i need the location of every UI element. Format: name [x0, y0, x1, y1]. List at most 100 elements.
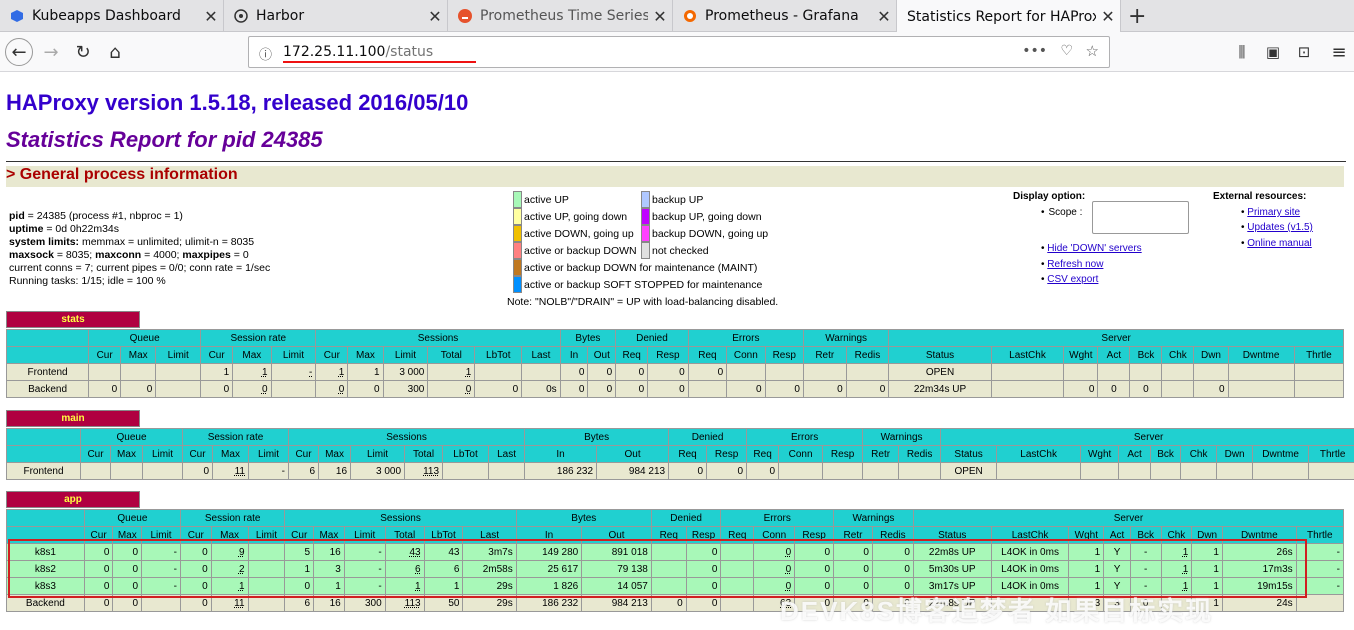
table-cell: 0 [347, 380, 384, 398]
column-header: Thrtle [1308, 445, 1354, 463]
column-header: Conn [753, 526, 796, 544]
column-header: Total [404, 445, 444, 463]
table-cell: 17m3s [1221, 560, 1297, 578]
table-row: Frontend 0 11-6 16 3 000 113 186 232 984 213 0 0 0… [6, 462, 1354, 480]
row-name[interactable]: Backend [6, 594, 85, 612]
legend-label: not checked [652, 244, 709, 257]
nav-bar: ← → ↻ ⌂ ⓘ 172.25.11.100/status ••• ♡ ☆ ⫼… [0, 32, 1354, 72]
legend-label: backup DOWN, going up [652, 227, 769, 240]
row-name[interactable]: Backend [5, 380, 90, 398]
column-header: Chk [1161, 346, 1195, 364]
table-cell: 6 [423, 560, 464, 578]
table-cell: 0 [559, 380, 589, 398]
refresh-link[interactable]: Refresh now [1047, 259, 1103, 270]
table-cell: 11 [210, 594, 249, 612]
display-options: Display option: • Scope : • Hide 'DOWN' s… [1013, 191, 1189, 285]
back-icon[interactable]: ← [5, 38, 33, 66]
tab-label: Harbor [256, 8, 305, 24]
tab-prometheus[interactable]: Prometheus Time Series C ✕ [448, 0, 673, 32]
tab-harbor[interactable]: Harbor ✕ [224, 0, 448, 32]
column-header: Limit [382, 346, 429, 364]
tab-haproxy[interactable]: Statistics Report for HAProxy ✕ [897, 0, 1121, 33]
new-tab-icon[interactable]: + [1128, 4, 1146, 29]
primary-site-link[interactable]: Primary site [1247, 207, 1300, 218]
table-cell [142, 462, 183, 480]
hide-down-link[interactable]: Hide 'DOWN' servers [1047, 243, 1141, 254]
scope-input[interactable] [1092, 201, 1189, 234]
url-bar[interactable]: ⓘ 172.25.11.100/status ••• ♡ ☆ [248, 36, 1110, 68]
table-cell: 0 [685, 577, 722, 595]
column-header: Out [587, 346, 617, 364]
forward-icon[interactable]: → [37, 38, 65, 66]
table-cell [1227, 363, 1295, 381]
group-header: Denied [615, 329, 689, 347]
column-header: Max [347, 346, 384, 364]
table-cell: 0 [802, 380, 847, 398]
table-cell [1080, 462, 1120, 480]
row-name[interactable]: Frontend [6, 462, 81, 480]
pocket-icon[interactable]: ♡ [1060, 43, 1073, 59]
row-name[interactable]: k8s3 [6, 577, 85, 595]
close-icon[interactable]: ✕ [423, 7, 447, 26]
legend-label: active or backup DOWN for maintenance (M… [524, 261, 758, 274]
screenshot-icon[interactable]: ⊡ [1290, 38, 1318, 66]
table-cell: 0 [559, 363, 589, 381]
tab-grafana[interactable]: Prometheus - Grafana ✕ [673, 0, 897, 32]
column-header: Cur [284, 526, 315, 544]
table-cell: Y [1103, 560, 1131, 578]
column-header: Req [650, 526, 687, 544]
table-cell: 113 [384, 594, 425, 612]
column-header: Limit [155, 346, 202, 364]
legend-swatch [513, 259, 522, 276]
column-header: LastChk [996, 445, 1082, 463]
table-cell [80, 462, 111, 480]
sidebar-icon[interactable]: ▣ [1259, 38, 1287, 66]
table-cell: - [1129, 543, 1162, 561]
row-name[interactable]: k8s2 [6, 560, 85, 578]
table-cell: 29s [462, 577, 517, 595]
column-header: Cur [200, 346, 234, 364]
table-cell [521, 363, 561, 381]
table-cell: 43 [384, 543, 425, 561]
column-header: Req [746, 445, 780, 463]
table-cell [720, 594, 755, 612]
row-name[interactable]: Frontend [5, 363, 90, 381]
bookmark-star-icon[interactable]: ☆ [1086, 42, 1099, 60]
legend-item: active DOWN, going up [513, 225, 634, 242]
legend-label: backup UP [652, 193, 704, 206]
column-header: Status [912, 526, 992, 544]
table-cell: 2m58s [462, 560, 517, 578]
library-icon[interactable]: ⫼ [1228, 38, 1256, 66]
column-header: Resp [794, 526, 835, 544]
table-cell: 0 [1063, 380, 1099, 398]
column-header: LbTot [423, 526, 464, 544]
info-icon[interactable]: ⓘ [259, 44, 272, 63]
table-cell [120, 363, 157, 381]
menu-icon[interactable]: ≡ [1325, 38, 1353, 66]
reload-icon[interactable]: ↻ [69, 38, 97, 66]
column-header: Last [521, 346, 561, 364]
divider [6, 161, 1346, 162]
close-icon[interactable]: ✕ [648, 7, 672, 26]
more-icon[interactable]: ••• [1022, 43, 1047, 59]
column-header: Req [668, 445, 708, 463]
column-header: Total [427, 346, 476, 364]
close-icon[interactable]: ✕ [199, 7, 223, 26]
updates-link[interactable]: Updates (v1.5) [1247, 222, 1313, 233]
close-icon[interactable]: ✕ [1096, 7, 1120, 26]
home-icon[interactable]: ⌂ [101, 38, 129, 66]
table-cell [1193, 363, 1229, 381]
tab-kubeapps[interactable]: Kubeapps Dashboard ✕ [0, 0, 224, 32]
csv-export-link[interactable]: CSV export [1047, 274, 1098, 285]
table-cell: 0 [685, 560, 722, 578]
table-cell: 19m15s [1221, 577, 1297, 595]
table-cell: 50 [423, 594, 464, 612]
row-name[interactable]: k8s1 [6, 543, 85, 561]
group-header: Errors [687, 329, 804, 347]
table-cell: 1 [1068, 560, 1105, 578]
column-header: LbTot [474, 346, 523, 364]
online-manual-link[interactable]: Online manual [1247, 238, 1311, 249]
column-header: Cur [80, 445, 111, 463]
table-cell [155, 380, 202, 398]
close-icon[interactable]: ✕ [872, 7, 896, 26]
